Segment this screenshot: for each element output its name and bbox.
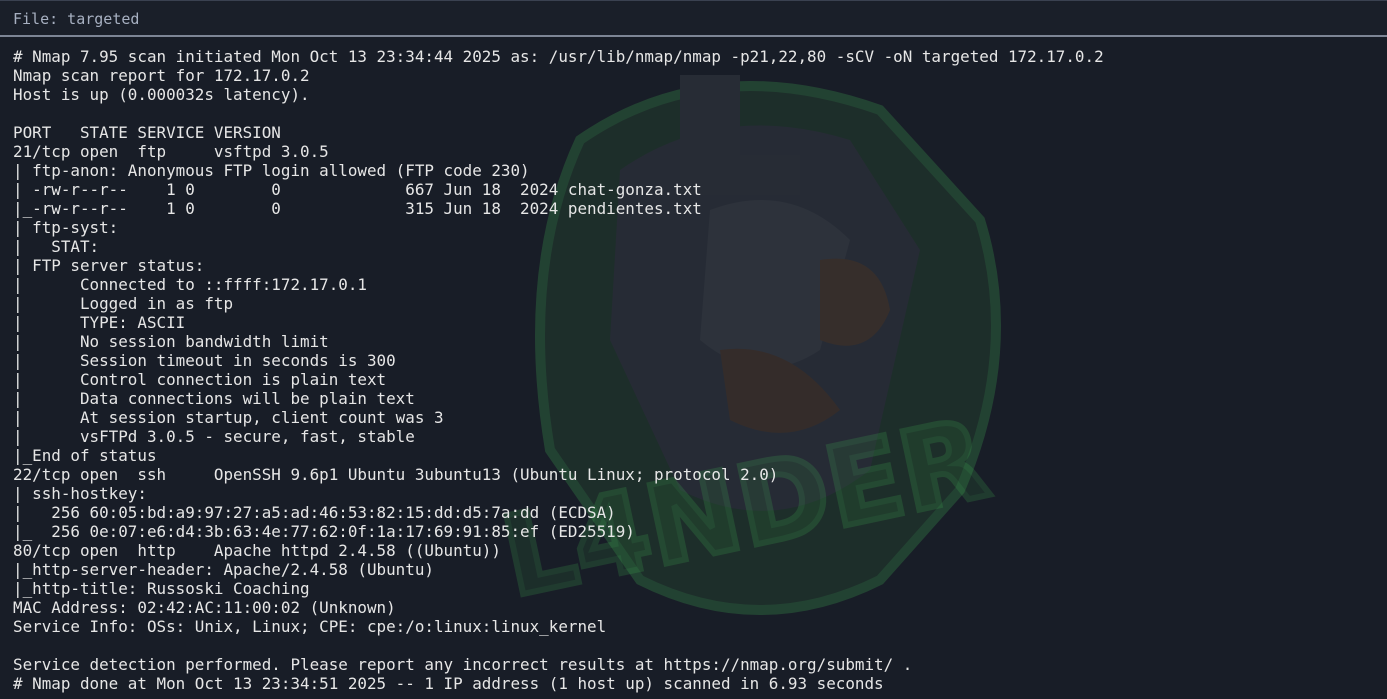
- terminal-line: 22/tcp open ssh OpenSSH 9.6p1 Ubuntu 3ub…: [13, 465, 779, 484]
- terminal-line: | ssh-hostkey:: [13, 484, 147, 503]
- terminal-output: # Nmap 7.95 scan initiated Mon Oct 13 23…: [13, 47, 1387, 699]
- terminal-line: |_ 256 0e:07:e6:d4:3b:63:4e:77:62:0f:1a:…: [13, 522, 635, 541]
- terminal-line: |_-rw-r--r-- 1 0 0 315 Jun 18 2024 pendi…: [13, 199, 702, 218]
- terminal-line: | 256 60:05:bd:a9:97:27:a5:ad:46:53:82:1…: [13, 503, 616, 522]
- terminal-line: | TYPE: ASCII: [13, 313, 186, 332]
- terminal-line: | Connected to ::ffff:172.17.0.1: [13, 275, 367, 294]
- terminal-line: | -rw-r--r-- 1 0 0 667 Jun 18 2024 chat-…: [13, 180, 702, 199]
- terminal-line: | Logged in as ftp: [13, 294, 234, 313]
- file-name-label: File: targeted: [13, 10, 140, 28]
- terminal-line: | FTP server status:: [13, 256, 205, 275]
- terminal-line: 21/tcp open ftp vsftpd 3.0.5: [13, 142, 329, 161]
- terminal-line: |_http-title: Russoski Coaching: [13, 579, 310, 598]
- terminal-line: # Nmap 7.95 scan initiated Mon Oct 13 23…: [13, 47, 1104, 66]
- terminal-line: 80/tcp open http Apache httpd 2.4.58 ((U…: [13, 541, 501, 560]
- terminal-line: | ftp-syst:: [13, 218, 119, 237]
- terminal-line: | At session startup, client count was 3: [13, 408, 444, 427]
- terminal-line: | ftp-anon: Anonymous FTP login allowed …: [13, 161, 530, 180]
- terminal-line: |_http-server-header: Apache/2.4.58 (Ubu…: [13, 560, 434, 579]
- terminal-line: Nmap scan report for 172.17.0.2: [13, 66, 310, 85]
- terminal-line: | STAT:: [13, 237, 100, 256]
- terminal-line: | No session bandwidth limit: [13, 332, 329, 351]
- terminal-line: # Nmap done at Mon Oct 13 23:34:51 2025 …: [13, 674, 884, 693]
- terminal-line: Service Info: OSs: Unix, Linux; CPE: cpe…: [13, 617, 607, 636]
- terminal-line: Service detection performed. Please repo…: [13, 655, 913, 674]
- terminal-line: | vsFTPd 3.0.5 - secure, fast, stable: [13, 427, 415, 446]
- terminal-line: |_End of status: [13, 446, 157, 465]
- terminal-line: Host is up (0.000032s latency).: [13, 85, 310, 104]
- terminal-line: | Data connections will be plain text: [13, 389, 415, 408]
- terminal-line: MAC Address: 02:42:AC:11:00:02 (Unknown): [13, 598, 396, 617]
- terminal-line: | Session timeout in seconds is 300: [13, 351, 396, 370]
- terminal-line: PORT STATE SERVICE VERSION: [13, 123, 281, 142]
- terminal-line: | Control connection is plain text: [13, 370, 387, 389]
